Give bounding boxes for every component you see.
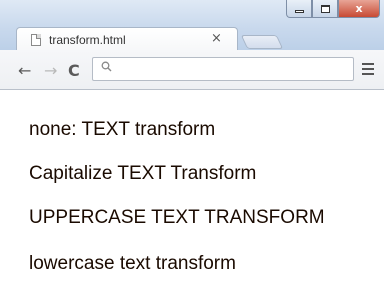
text-line-capitalize: Capitalize TEXT Transform (29, 163, 257, 184)
page-icon (31, 34, 41, 46)
tab-title: transform.html (49, 33, 126, 47)
browser-toolbar: ← → C (0, 50, 384, 90)
forward-icon[interactable]: → (44, 61, 57, 80)
tab-close-icon[interactable]: × (211, 31, 222, 46)
text-line-uppercase: UPPERCASE TEXT TRANSFORM (29, 207, 325, 228)
tab-transform-html[interactable]: transform.html × (16, 27, 238, 52)
address-bar[interactable] (92, 57, 354, 81)
page-content: none: TEXT transform Capitalize TEXT Tra… (0, 91, 384, 301)
minimize-button[interactable] (286, 0, 312, 18)
new-tab-button[interactable] (240, 35, 284, 49)
minimize-icon (294, 10, 304, 13)
window-controls: x (286, 0, 380, 20)
browser-window: transform.html × x ← → C none: TEXT tran… (0, 0, 384, 301)
text-line-lowercase: lowercase text transform (29, 253, 236, 274)
close-window-button[interactable]: x (338, 0, 380, 18)
menu-icon[interactable] (362, 63, 374, 78)
back-icon[interactable]: ← (18, 61, 31, 80)
text-line-none: none: TEXT transform (29, 119, 216, 140)
maximize-button[interactable] (312, 0, 338, 18)
title-bar: transform.html × x (0, 0, 384, 52)
maximize-icon (320, 4, 330, 13)
reload-icon[interactable]: C (68, 61, 80, 80)
search-icon (101, 61, 112, 75)
